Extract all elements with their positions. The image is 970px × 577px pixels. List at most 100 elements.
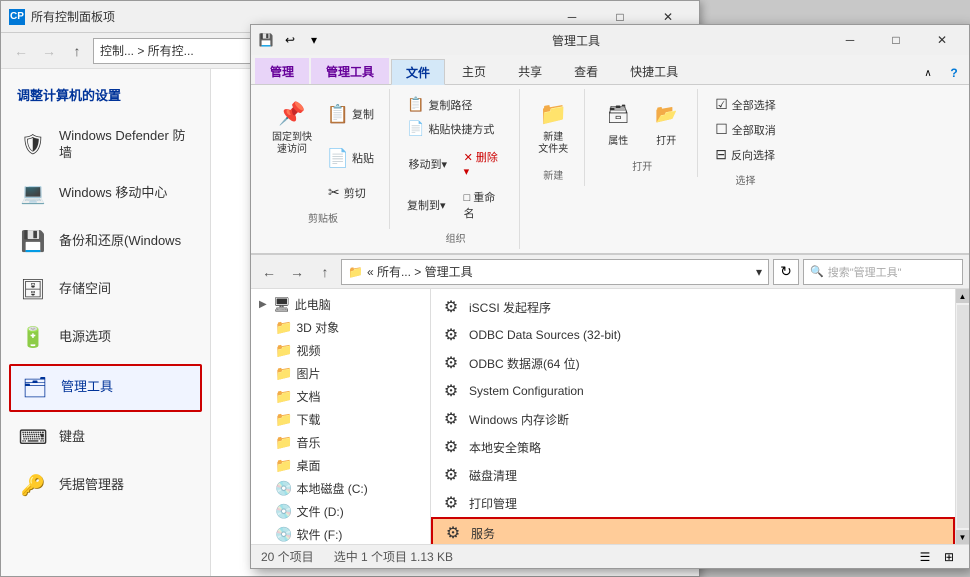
paste-button[interactable]: 📄 粘贴 <box>321 137 381 179</box>
explorer-refresh-button[interactable]: ↻ <box>773 259 799 285</box>
select-all-icon: ☑ <box>715 96 728 113</box>
tree-label-music: 音乐 <box>296 434 320 451</box>
explorer-close-button[interactable]: ✕ <box>919 25 965 55</box>
explorer-tree-pane: ▶ 🖥 此电脑 📁 3D 对象 📁 视频 📁 图片 📁 文档 📁 <box>251 289 431 544</box>
select-all-label: 全部选择 <box>732 97 776 113</box>
sidebar-item-defender[interactable]: 🛡 Windows Defender 防墙 <box>1 120 210 170</box>
tab-share[interactable]: 共享 <box>503 58 557 84</box>
explorer-maximize-button[interactable]: □ <box>873 25 919 55</box>
tree-item-drivef[interactable]: 💿 软件 (F:) <box>251 523 430 544</box>
tab-home[interactable]: 主页 <box>447 58 501 84</box>
quick-dropdown-button[interactable]: ▾ <box>303 29 325 51</box>
tree-item-pc[interactable]: ▶ 🖥 此电脑 <box>251 293 430 316</box>
tree-item-localc[interactable]: 💿 本地磁盘 (C:) <box>251 477 430 500</box>
sidebar-item-admin-tools[interactable]: 🗂 管理工具 <box>9 364 202 412</box>
quick-save-button[interactable]: 💾 <box>255 29 277 51</box>
sidebar-item-mobility[interactable]: 💻 Windows 移动中心 <box>1 170 210 218</box>
tree-item-3d[interactable]: 📁 3D 对象 <box>251 316 430 339</box>
file-item-odbc32[interactable]: ⚙ ODBC Data Sources (32-bit) <box>431 321 955 349</box>
new-folder-button[interactable]: 📁 新建文件夹 <box>530 93 576 161</box>
sysconfig-file-icon: ⚙ <box>441 381 461 401</box>
ribbon-help-button[interactable]: ? <box>943 62 965 84</box>
copy-button[interactable]: 📋 复制 <box>321 93 381 135</box>
cp-back-button[interactable]: ← <box>9 39 33 63</box>
file-item-memdiag[interactable]: ⚙ Windows 内存诊断 <box>431 405 955 433</box>
file-item-diskmgmt[interactable]: ⚙ 磁盘清理 <box>431 461 955 489</box>
quick-undo-button[interactable]: ↩ <box>279 29 301 51</box>
cp-forward-button[interactable]: → <box>37 39 61 63</box>
tab-view[interactable]: 查看 <box>559 58 613 84</box>
file-item-sysconfig[interactable]: ⚙ System Configuration <box>431 377 955 405</box>
explorer-file-list: ⚙ iSCSI 发起程序 ⚙ ODBC Data Sources (32-bit… <box>431 289 955 544</box>
ribbon-group-organize: 📋 复制路径 📄 粘贴快捷方式 移动到▾ ✕ 删除▾ <box>392 89 520 249</box>
backup-icon: 💾 <box>17 226 49 258</box>
file-item-odbc64[interactable]: ⚙ ODBC 数据源(64 位) <box>431 349 955 377</box>
ribbon-collapse-button[interactable]: ∧ <box>917 62 939 84</box>
tree-label-pc: 此电脑 <box>295 296 331 313</box>
select-none-button[interactable]: ☐ 全部取消 <box>708 118 783 141</box>
tree-item-drived[interactable]: 💿 文件 (D:) <box>251 500 430 523</box>
tree-item-downloads[interactable]: 📁 下载 <box>251 408 430 431</box>
copy-to-button[interactable]: 复制到▾ <box>400 186 455 224</box>
power-icon: 🔋 <box>17 322 49 354</box>
tab-quick-tools[interactable]: 快捷工具 <box>615 58 693 84</box>
cp-title-icon: CP <box>9 9 25 25</box>
memdiag-file-icon: ⚙ <box>441 409 461 429</box>
invert-icon: ⊟ <box>715 146 727 163</box>
paste-shortcut-button[interactable]: 📄 粘贴快捷方式 <box>400 117 511 140</box>
select-all-button[interactable]: ☑ 全部选择 <box>708 93 783 116</box>
explorer-minimize-button[interactable]: ─ <box>827 25 873 55</box>
tree-item-music[interactable]: 📁 音乐 <box>251 431 430 454</box>
open-button[interactable]: 📂 打开 <box>643 93 689 152</box>
invert-selection-button[interactable]: ⊟ 反向选择 <box>708 143 783 166</box>
sidebar-item-backup[interactable]: 💾 备份和还原(Windows <box>1 218 210 266</box>
file-item-services[interactable]: ⚙ 服务 <box>431 517 955 544</box>
diskmgmt-file-icon: ⚙ <box>441 465 461 485</box>
tree-item-documents[interactable]: 📁 文档 <box>251 385 430 408</box>
sidebar-item-storage[interactable]: 🗄 存储空间 <box>1 266 210 314</box>
view-details-button[interactable]: ☰ <box>915 547 935 567</box>
pin-to-quickaccess-button[interactable]: 📌 固定到快速访问 <box>265 93 319 161</box>
tree-item-video[interactable]: 📁 视频 <box>251 339 430 362</box>
move-to-button[interactable]: 移动到▾ <box>401 146 454 181</box>
scrollbar-thumb[interactable] <box>957 305 969 528</box>
rename-button[interactable]: □ 重命名 <box>457 186 512 224</box>
copy-path-button[interactable]: 📋 复制路径 <box>400 93 511 116</box>
file-item-secpolicy[interactable]: ⚙ 本地安全策略 <box>431 433 955 461</box>
scroll-down-button[interactable]: ▼ <box>956 530 970 544</box>
tab-file[interactable]: 文件 <box>391 59 445 85</box>
sidebar-item-keyboard[interactable]: ⌨ 键盘 <box>1 414 210 462</box>
pc-icon: 🖥 <box>273 296 291 313</box>
ribbon-group-new: 📁 新建文件夹 新建 <box>522 89 585 186</box>
tree-label-localc: 本地磁盘 (C:) <box>296 480 367 497</box>
defender-icon: 🛡 <box>17 129 49 161</box>
open-label: 打开 <box>656 132 676 147</box>
cp-up-button[interactable]: ↑ <box>65 39 89 63</box>
tab-manage[interactable]: 管理 <box>255 58 309 84</box>
explorer-search-box[interactable]: 🔍 搜索"管理工具" <box>803 259 963 285</box>
secpolicy-file-icon: ⚙ <box>441 437 461 457</box>
tree-item-pictures[interactable]: 📁 图片 <box>251 362 430 385</box>
delete-button[interactable]: ✕ 删除▾ <box>457 146 510 181</box>
tree-item-desktop[interactable]: 📁 桌面 <box>251 454 430 477</box>
explorer-body: ▶ 🖥 此电脑 📁 3D 对象 📁 视频 📁 图片 📁 文档 📁 <box>251 289 969 544</box>
view-large-icons-button[interactable]: ⊞ <box>939 547 959 567</box>
sidebar-item-label-storage: 存储空间 <box>59 281 111 298</box>
properties-button[interactable]: 🗃 属性 <box>595 93 641 152</box>
drive-c-icon: 💿 <box>275 480 292 497</box>
explorer-forward-button[interactable]: → <box>285 260 309 284</box>
new-folder-label: 新建文件夹 <box>538 132 568 156</box>
explorer-up-button[interactable]: ↑ <box>313 260 337 284</box>
tab-manage-tools[interactable]: 管理工具 <box>311 58 389 84</box>
sidebar-item-credentials[interactable]: 🔑 凭据管理器 <box>1 462 210 510</box>
cut-button[interactable]: ✂ 剪切 <box>321 181 381 204</box>
file-item-iscsi[interactable]: ⚙ iSCSI 发起程序 <box>431 293 955 321</box>
pin-label: 固定到快速访问 <box>272 132 312 156</box>
file-item-printmgmt[interactable]: ⚙ 打印管理 <box>431 489 955 517</box>
cut-label: 剪切 <box>344 185 366 201</box>
copy-to-label: 复制到▾ <box>407 197 446 213</box>
scroll-up-button[interactable]: ▲ <box>956 289 970 303</box>
sidebar-item-label-mobility: Windows 移动中心 <box>59 185 167 202</box>
sidebar-item-power[interactable]: 🔋 电源选项 <box>1 314 210 362</box>
explorer-back-button[interactable]: ← <box>257 260 281 284</box>
